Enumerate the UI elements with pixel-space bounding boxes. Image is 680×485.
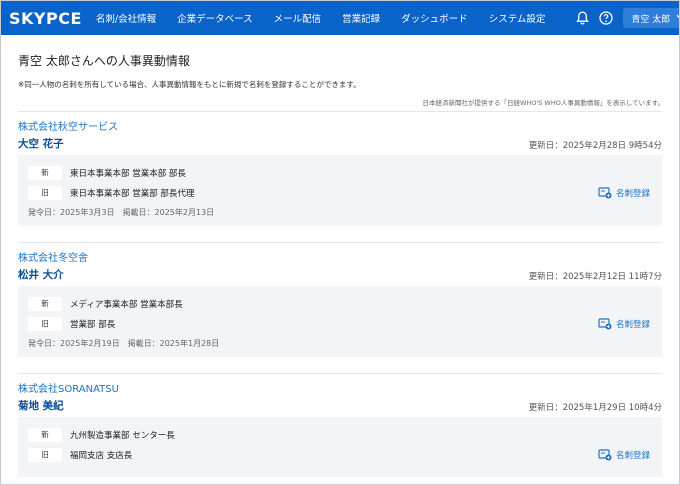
updated-date: 更新日：2025年1月29日 10時4分 [528, 403, 662, 413]
register-label: 名刺登録 [615, 320, 650, 330]
nav-system-settings[interactable]: システム設定 [489, 11, 546, 25]
person-link[interactable]: 菊地 美紀 [18, 398, 64, 413]
issue-dates: 発令日：2025年3月3日 掲載日：2025年2月13日 [28, 208, 215, 217]
issue-dates: 発令日：2025年2月19日 掲載日：2025年1月28日 [28, 339, 220, 348]
bell-icon[interactable] [574, 10, 590, 26]
card-add-icon [598, 318, 612, 330]
page-title: 青空 太郎さんへの人事異動情報 [18, 54, 190, 68]
register-card-button[interactable]: 名刺登録 [598, 449, 650, 461]
register-label: 名刺登録 [615, 451, 650, 461]
top-header: SKYPCE 名刺/会社情報 企業データベース メール配信 営業記録 ダッシュボ… [1, 1, 679, 35]
nav-company-database[interactable]: 企業データベース [177, 11, 253, 25]
person-link[interactable]: 大空 花子 [18, 136, 64, 151]
app-logo[interactable]: SKYPCE [9, 9, 82, 28]
main-content: 青空 太郎さんへの人事異動情報 ※同一人物の名刺を所有している場合、人事異動情報… [1, 52, 679, 477]
header-icons: 青空 太郎 [566, 8, 679, 28]
new-position: 東日本事業本部 営業本部 部長 [70, 168, 186, 179]
old-position: 東日本事業本部 営業部 部長代理 [70, 188, 195, 199]
new-position: 九州製造事業部 センター長 [70, 430, 175, 441]
updated-date: 更新日：2025年2月28日 9時54分 [528, 141, 662, 151]
new-position: メディア事業本部 営業本部長 [70, 299, 183, 310]
transfer-entry: 株式会社冬空舎 松井 大介 更新日：2025年2月12日 11時7分 新 メディ… [18, 242, 662, 357]
app-window: SKYPCE 名刺/会社情報 企業データベース メール配信 営業記録 ダッシュボ… [0, 0, 680, 485]
updated-date: 更新日：2025年2月12日 11時7分 [528, 272, 662, 282]
company-link[interactable]: 株式会社冬空舎 [18, 249, 662, 264]
nav-mail-delivery[interactable]: メール配信 [274, 11, 322, 25]
transfer-card: 新 メディア事業本部 営業本部長 旧 営業部 部長 発令日：2025年2月19日… [18, 286, 662, 357]
transfer-card: 新 九州製造事業部 センター長 旧 福岡支店 支店長 名刺登録 [18, 417, 662, 477]
old-tag: 旧 [28, 316, 62, 331]
card-add-icon [598, 449, 612, 461]
nav-cards-companies[interactable]: 名刺/会社情報 [96, 11, 156, 25]
old-position: 福岡支店 支店長 [70, 450, 133, 461]
transfer-card: 新 東日本事業本部 営業本部 部長 旧 東日本事業本部 営業部 部長代理 発令日… [18, 155, 662, 226]
register-label: 名刺登録 [615, 189, 650, 199]
main-nav: 名刺/会社情報 企業データベース メール配信 営業記録 ダッシュボード システム… [96, 11, 567, 25]
source-note: 日本経済新聞社が提供する「日経WHO'S WHO人事異動情報」を表示しています。 [422, 99, 665, 107]
transfer-entry: 株式会社秋空サービス 大空 花子 更新日：2025年2月28日 9時54分 新 … [18, 111, 662, 226]
card-add-icon [598, 187, 612, 199]
notice-text: ※同一人物の名刺を所有している場合、人事異動情報をもとに新規で名刺を登録すること… [18, 80, 361, 89]
company-link[interactable]: 株式会社秋空サービス [18, 118, 662, 133]
nav-dashboard[interactable]: ダッシュボード [401, 11, 468, 25]
new-tag: 新 [28, 165, 62, 180]
register-card-button[interactable]: 名刺登録 [598, 318, 650, 330]
person-link[interactable]: 松井 大介 [18, 267, 64, 282]
new-tag: 新 [28, 296, 62, 311]
old-tag: 旧 [28, 447, 62, 462]
nav-sales-records[interactable]: 営業記録 [342, 11, 380, 25]
user-menu-button[interactable]: 青空 太郎 [623, 8, 679, 28]
help-icon[interactable] [598, 10, 614, 26]
old-position: 営業部 部長 [70, 319, 116, 330]
new-tag: 新 [28, 427, 62, 442]
transfer-entry: 株式会社SORANATSU 菊地 美紀 更新日：2025年1月29日 10時4分… [18, 373, 662, 477]
register-card-button[interactable]: 名刺登録 [598, 187, 650, 199]
old-tag: 旧 [28, 185, 62, 200]
chevron-down-icon [676, 13, 679, 23]
company-link[interactable]: 株式会社SORANATSU [18, 380, 662, 395]
user-name: 青空 太郎 [631, 14, 671, 25]
